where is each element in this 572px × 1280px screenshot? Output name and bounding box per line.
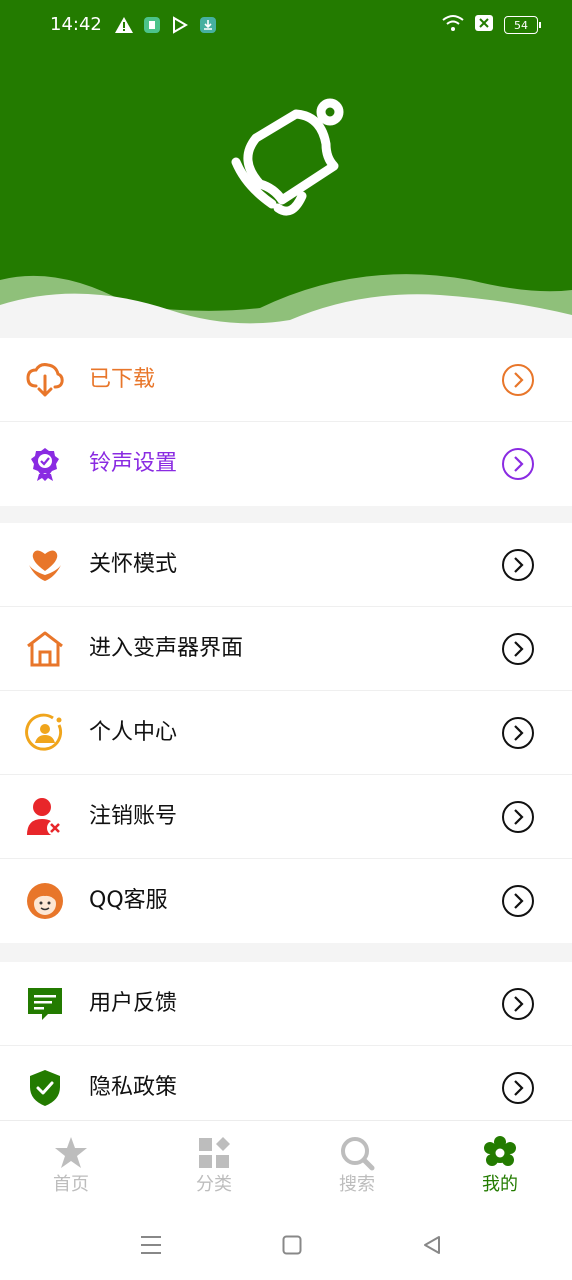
feedback-icon	[24, 983, 66, 1025]
chevron-right-icon	[502, 448, 534, 480]
tab-search[interactable]: 搜索	[317, 1121, 397, 1203]
grid-icon	[199, 1137, 230, 1168]
star-icon	[55, 1137, 87, 1168]
menu-item-label: 已下载	[89, 367, 156, 392]
menu-item-downloaded[interactable]: 已下载	[0, 338, 572, 422]
user-remove-icon	[24, 796, 66, 838]
chevron-right-icon	[502, 988, 534, 1020]
status-bar: 14:42 54	[0, 0, 572, 52]
tab-label: 首页	[53, 1174, 89, 1195]
tab-label: 搜索	[339, 1174, 375, 1195]
support-agent-icon	[24, 880, 66, 922]
battery-indicator: 54	[504, 16, 541, 34]
home-square-icon[interactable]	[282, 1235, 302, 1255]
menu-group-downloads: 已下载 铃声设置	[0, 338, 572, 506]
chevron-right-icon	[502, 549, 534, 581]
tab-mine[interactable]: 我的	[460, 1121, 540, 1203]
chevron-right-icon	[502, 633, 534, 665]
bottom-tab-bar: 首页 分类 搜索 我的	[0, 1120, 572, 1203]
menu-item-label: 注销账号	[89, 804, 178, 829]
shield-check-icon	[24, 1067, 66, 1109]
tab-category[interactable]: 分类	[174, 1121, 254, 1203]
menu-item-label: 隐私政策	[89, 1075, 178, 1100]
menu-group-legal: 用户反馈 隐私政策	[0, 962, 572, 1130]
search-icon	[341, 1137, 375, 1171]
tab-label: 分类	[196, 1174, 232, 1195]
user-circle-icon	[24, 712, 66, 754]
header-wave	[0, 274, 572, 340]
warning-icon	[114, 15, 134, 35]
flower-gear-icon	[484, 1136, 516, 1166]
menu-item-privacy-policy[interactable]: 隐私政策	[0, 1046, 572, 1130]
download-status-icon	[198, 15, 218, 35]
menu-item-label: 铃声设置	[89, 451, 178, 476]
menu-item-label: QQ客服	[89, 888, 168, 913]
system-nav-bar	[0, 1202, 572, 1280]
chevron-right-icon	[502, 1072, 534, 1104]
play-store-icon	[170, 15, 190, 35]
badge-icon	[24, 443, 66, 485]
menu-item-label: 关怀模式	[89, 552, 178, 577]
menu-group-account: 关怀模式 进入变声器界面 个人中心 注销账号 QQ客服	[0, 523, 572, 943]
menu-icon[interactable]	[140, 1235, 162, 1255]
chevron-right-icon	[502, 801, 534, 833]
menu-item-care-mode[interactable]: 关怀模式	[0, 523, 572, 607]
tab-home[interactable]: 首页	[31, 1121, 111, 1203]
status-time: 14:42	[50, 14, 102, 35]
menu-item-delete-account[interactable]: 注销账号	[0, 775, 572, 859]
back-triangle-icon[interactable]	[422, 1235, 442, 1255]
menu-item-feedback[interactable]: 用户反馈	[0, 962, 572, 1046]
house-icon	[24, 628, 66, 670]
app-notification-icon	[142, 15, 162, 35]
heart-hands-icon	[24, 544, 66, 586]
tab-label: 我的	[482, 1174, 518, 1195]
menu-item-personal-center[interactable]: 个人中心	[0, 691, 572, 775]
sim-off-icon	[474, 14, 494, 36]
chevron-right-icon	[502, 885, 534, 917]
chevron-right-icon	[502, 364, 534, 396]
menu-item-qq-support[interactable]: QQ客服	[0, 859, 572, 943]
menu-item-label: 进入变声器界面	[89, 636, 244, 661]
menu-item-label: 用户反馈	[89, 991, 178, 1016]
menu-item-label: 个人中心	[89, 720, 178, 745]
bell-icon	[231, 98, 344, 216]
menu-item-voice-changer[interactable]: 进入变声器界面	[0, 607, 572, 691]
cloud-download-icon	[24, 359, 66, 401]
wifi-icon	[442, 14, 464, 36]
chevron-right-icon	[502, 717, 534, 749]
menu-item-ringtone-settings[interactable]: 铃声设置	[0, 422, 572, 506]
